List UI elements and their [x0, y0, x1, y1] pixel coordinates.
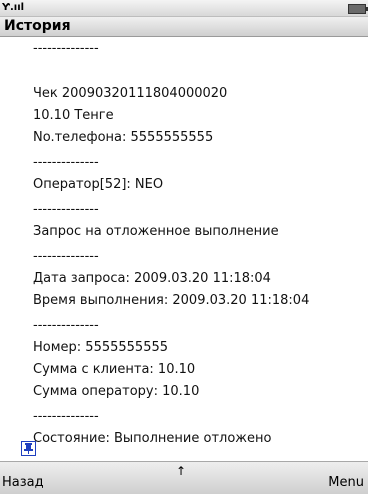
client-sum: Сумма с клиента: 10.10: [33, 362, 196, 377]
request-type: Запрос на отложенное выполнение: [33, 224, 279, 239]
number: Номер: 5555555555: [33, 340, 169, 355]
operator: Оператор[52]: NEO: [33, 177, 164, 192]
status-bar: Ƴ.ııl: [0, 0, 368, 17]
separator: --------------: [33, 202, 99, 217]
menu-button[interactable]: Menu: [328, 475, 364, 491]
amount: 10.10 Тенге: [33, 108, 114, 123]
back-button[interactable]: Назад: [2, 475, 44, 491]
battery-icon: [348, 4, 368, 14]
softkey-bar: Назад ↑ Menu: [0, 461, 368, 494]
separator: --------------: [33, 249, 99, 264]
signal-strength-icon: Ƴ.ııl: [2, 2, 25, 13]
arrow-up-icon[interactable]: ↑: [176, 464, 186, 478]
separator: --------------: [33, 155, 99, 170]
title-bar: История: [0, 17, 368, 37]
request-date: Дата запроса: 2009.03.20 11:18:04: [33, 271, 271, 286]
execution-time: Время выполнения: 2009.03.20 11:18:04: [33, 293, 310, 308]
page-title: История: [4, 18, 71, 34]
state: Состояние: Выполнение отложено: [33, 431, 272, 446]
operator-sum: Сумма оператору: 10.10: [33, 384, 200, 399]
phone-number: No.телефона: 5555555555: [33, 130, 214, 145]
separator: --------------: [33, 409, 99, 424]
history-content: -------------- Чек 20090320111804000020 …: [0, 38, 354, 470]
separator: --------------: [33, 41, 99, 56]
separator: --------------: [33, 318, 99, 333]
receipt-number: Чек 20090320111804000020: [33, 86, 228, 101]
pin-icon[interactable]: [21, 441, 36, 456]
